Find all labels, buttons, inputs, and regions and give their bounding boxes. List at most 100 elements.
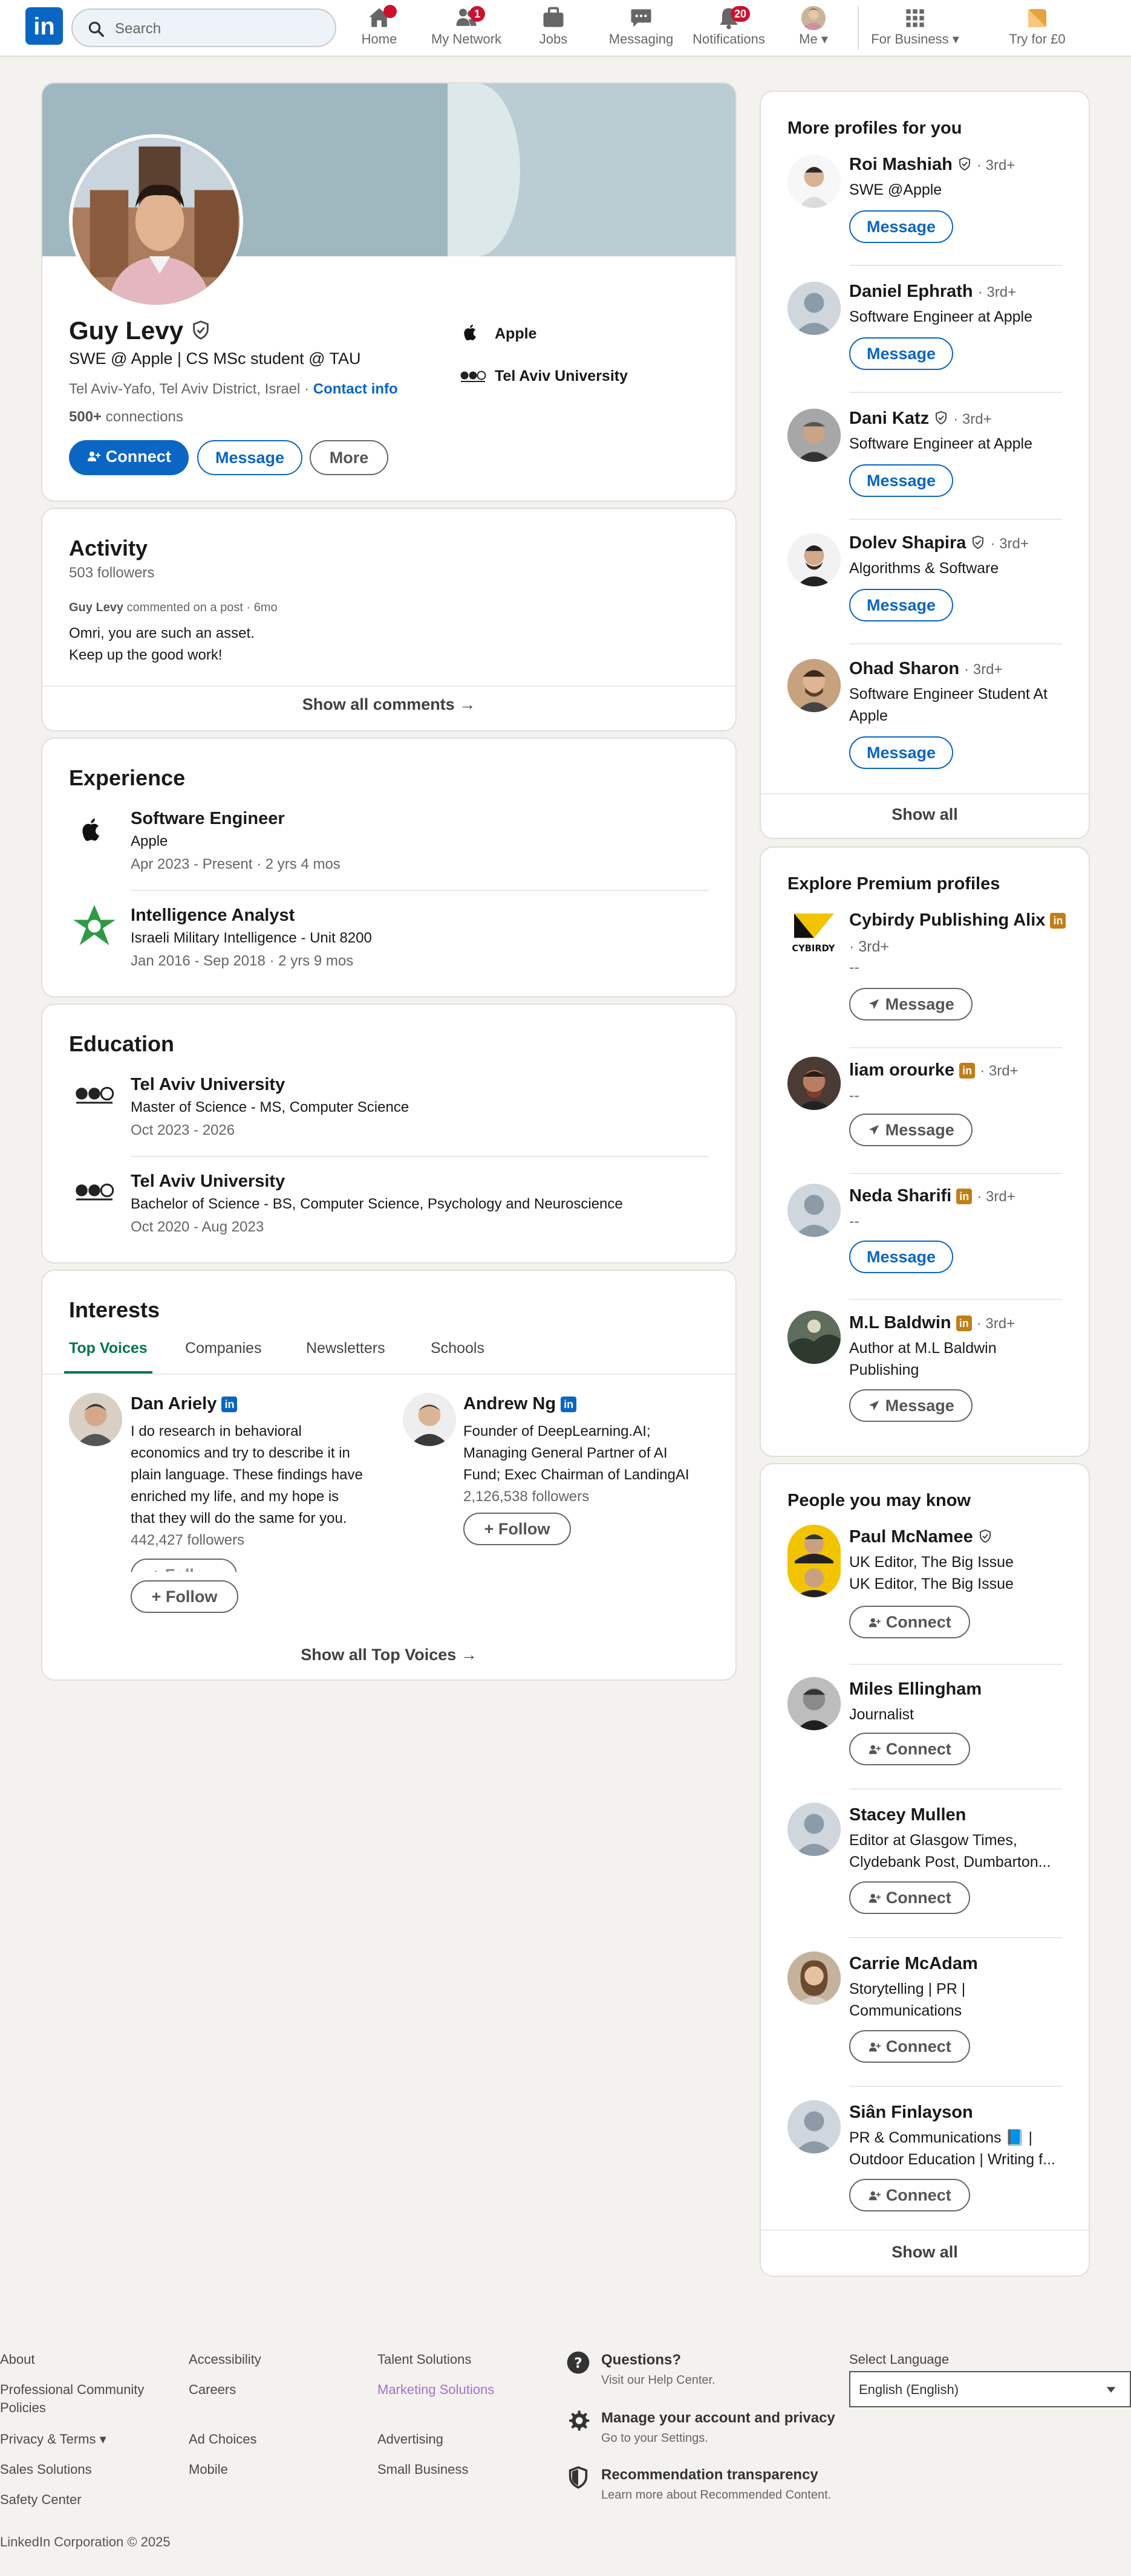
footer-link-talent-solutions[interactable]: Talent Solutions — [377, 2352, 471, 2367]
profile-item-name[interactable]: M.L Baldwin — [849, 1313, 951, 1332]
activity-comment-line1[interactable]: Omri, you are such an asset. — [69, 625, 255, 642]
profile-item-name[interactable]: Dolev Shapira — [849, 533, 966, 553]
connections-count[interactable]: 500+ — [69, 409, 102, 425]
profile-item-name[interactable]: Dani Katz — [849, 409, 929, 428]
profile-item-name[interactable]: Stacey Mullen — [849, 1805, 966, 1825]
experience-role[interactable]: Software Engineer — [131, 809, 285, 829]
profile-avatar[interactable] — [787, 1803, 841, 1856]
voice-name[interactable]: Dan Ariely — [131, 1394, 217, 1413]
show-all-comments-link[interactable]: Show all comments → — [42, 695, 735, 714]
unit-8200-logo[interactable] — [69, 901, 120, 952]
footer-link-small-business[interactable]: Small Business — [377, 2462, 468, 2477]
message-button[interactable]: Message — [849, 210, 953, 243]
message-button[interactable]: Message — [197, 440, 302, 475]
current-company[interactable]: Apple — [460, 323, 536, 343]
show-all-profiles-link[interactable]: Show all — [761, 805, 1089, 824]
experience-org[interactable]: Israeli Military Intelligence - Unit 820… — [131, 930, 372, 947]
footer-link-professional-community[interactable]: Professional Community — [0, 2382, 144, 2398]
help-title[interactable]: Questions? — [601, 2352, 681, 2369]
nav-me[interactable]: Me ▾ — [792, 5, 835, 47]
more-button[interactable]: More — [310, 440, 388, 475]
show-all-top-voices-link[interactable]: Show all Top Voices → — [42, 1646, 735, 1664]
nav-my-network[interactable]: 1 My Network — [427, 5, 506, 47]
profile-avatar[interactable] — [787, 1951, 841, 2005]
follow-button[interactable]: + Follow — [463, 1513, 571, 1545]
connect-button[interactable]: Connect — [849, 2030, 970, 2063]
voice-avatar[interactable] — [69, 1393, 122, 1446]
tab-top-voices[interactable]: Top Voices — [69, 1340, 148, 1357]
current-school[interactable]: Tel Aviv University — [460, 368, 628, 385]
profile-avatar[interactable] — [787, 155, 841, 208]
footer-link-marketing-solutions[interactable]: Marketing Solutions — [377, 2382, 494, 2398]
manage-account-title[interactable]: Manage your account and privacy — [601, 2410, 835, 2427]
voice-name[interactable]: Andrew Ng — [463, 1394, 556, 1413]
message-button[interactable]: Message — [849, 1241, 953, 1273]
nav-for-business[interactable]: For Business ▾ — [870, 5, 960, 47]
manage-account-subtitle[interactable]: Go to your Settings. — [601, 2432, 708, 2445]
message-button[interactable]: Message — [849, 736, 953, 769]
profile-item-name[interactable]: Miles Ellingham — [849, 1679, 982, 1699]
activity-comment-line2[interactable]: Keep up the good work! — [69, 647, 223, 664]
profile-avatar[interactable] — [787, 1677, 841, 1730]
experience-org[interactable]: Apple — [131, 833, 168, 850]
connect-button[interactable]: Connect — [69, 440, 189, 475]
footer-link-about[interactable]: About — [0, 2352, 35, 2367]
follow-button[interactable]: + Follow — [131, 1580, 238, 1613]
message-button[interactable]: Message — [849, 337, 953, 370]
profile-photo[interactable] — [69, 134, 243, 308]
footer-link-accessibility[interactable]: Accessibility — [189, 2352, 261, 2367]
voice-avatar[interactable] — [403, 1393, 456, 1446]
profile-item-name[interactable]: Daniel Ephrath — [849, 282, 973, 301]
profile-avatar[interactable] — [787, 1184, 841, 1237]
profile-avatar[interactable] — [787, 282, 841, 335]
profile-avatar[interactable] — [787, 533, 841, 586]
search-input[interactable]: Search — [71, 8, 336, 47]
linkedin-logo[interactable]: in — [25, 7, 63, 45]
nav-messaging[interactable]: Messaging — [605, 5, 677, 47]
profile-item-name[interactable]: Siân Finlayson — [849, 2103, 973, 2123]
message-button[interactable]: Message — [849, 1389, 973, 1422]
activity-followers[interactable]: 503 followers — [69, 565, 154, 582]
profile-item-name[interactable]: Neda Sharifi — [849, 1186, 951, 1205]
help-subtitle[interactable]: Visit our Help Center. — [601, 2373, 715, 2387]
connect-button[interactable]: Connect — [849, 1606, 970, 1638]
experience-role[interactable]: Intelligence Analyst — [131, 906, 295, 926]
message-button[interactable]: Message — [849, 464, 953, 497]
nav-home[interactable]: Home — [358, 5, 400, 47]
profile-avatar[interactable] — [787, 1525, 841, 1597]
profile-item-name[interactable]: Cybirdy Publishing Alix — [849, 910, 1045, 930]
profile-avatar[interactable] — [787, 659, 841, 712]
tab-newsletters[interactable]: Newsletters — [306, 1340, 385, 1357]
recommendation-subtitle[interactable]: Learn more about Recommended Content. — [601, 2488, 831, 2502]
education-school[interactable]: Tel Aviv University — [131, 1172, 285, 1192]
message-button[interactable]: Message — [849, 988, 973, 1020]
language-select[interactable]: English (English) — [849, 2371, 1131, 2407]
profile-item-name[interactable]: Ohad Sharon — [849, 659, 959, 678]
profile-item-name[interactable]: Carrie McAdam — [849, 1954, 978, 1974]
education-school[interactable]: Tel Aviv University — [131, 1075, 285, 1095]
profile-avatar[interactable]: CYBIRDY — [787, 907, 841, 960]
nav-premium[interactable]: Try for £0 — [998, 5, 1077, 47]
activity-author[interactable]: Guy Levy — [69, 601, 123, 614]
footer-link-policies[interactable]: Policies — [0, 2400, 46, 2416]
footer-link-privacy-terms[interactable]: Privacy & Terms ▾ — [0, 2432, 106, 2447]
profile-avatar[interactable] — [787, 2100, 841, 2153]
footer-link-sales-solutions[interactable]: Sales Solutions — [0, 2462, 92, 2477]
tab-companies[interactable]: Companies — [185, 1340, 261, 1357]
recommendation-title[interactable]: Recommendation transparency — [601, 2467, 818, 2484]
nav-jobs[interactable]: Jobs — [532, 5, 575, 47]
message-button[interactable]: Message — [849, 589, 953, 621]
message-button[interactable]: Message — [849, 1114, 973, 1146]
profile-item-name[interactable]: liam orourke — [849, 1060, 954, 1080]
profile-avatar[interactable] — [787, 1057, 841, 1110]
contact-info-link[interactable]: Contact info — [313, 381, 398, 397]
connect-button[interactable]: Connect — [849, 2179, 970, 2211]
nav-notifications[interactable]: 20 Notifications — [689, 5, 768, 47]
footer-link-safety-center[interactable]: Safety Center — [0, 2492, 82, 2508]
connect-button[interactable]: Connect — [849, 1733, 970, 1765]
profile-item-name[interactable]: Paul McNamee — [849, 1527, 973, 1546]
tab-schools[interactable]: Schools — [431, 1340, 484, 1357]
footer-link-careers[interactable]: Careers — [189, 2382, 236, 2398]
connect-button[interactable]: Connect — [849, 1881, 970, 1914]
footer-link-ad-choices[interactable]: Ad Choices — [189, 2432, 257, 2447]
